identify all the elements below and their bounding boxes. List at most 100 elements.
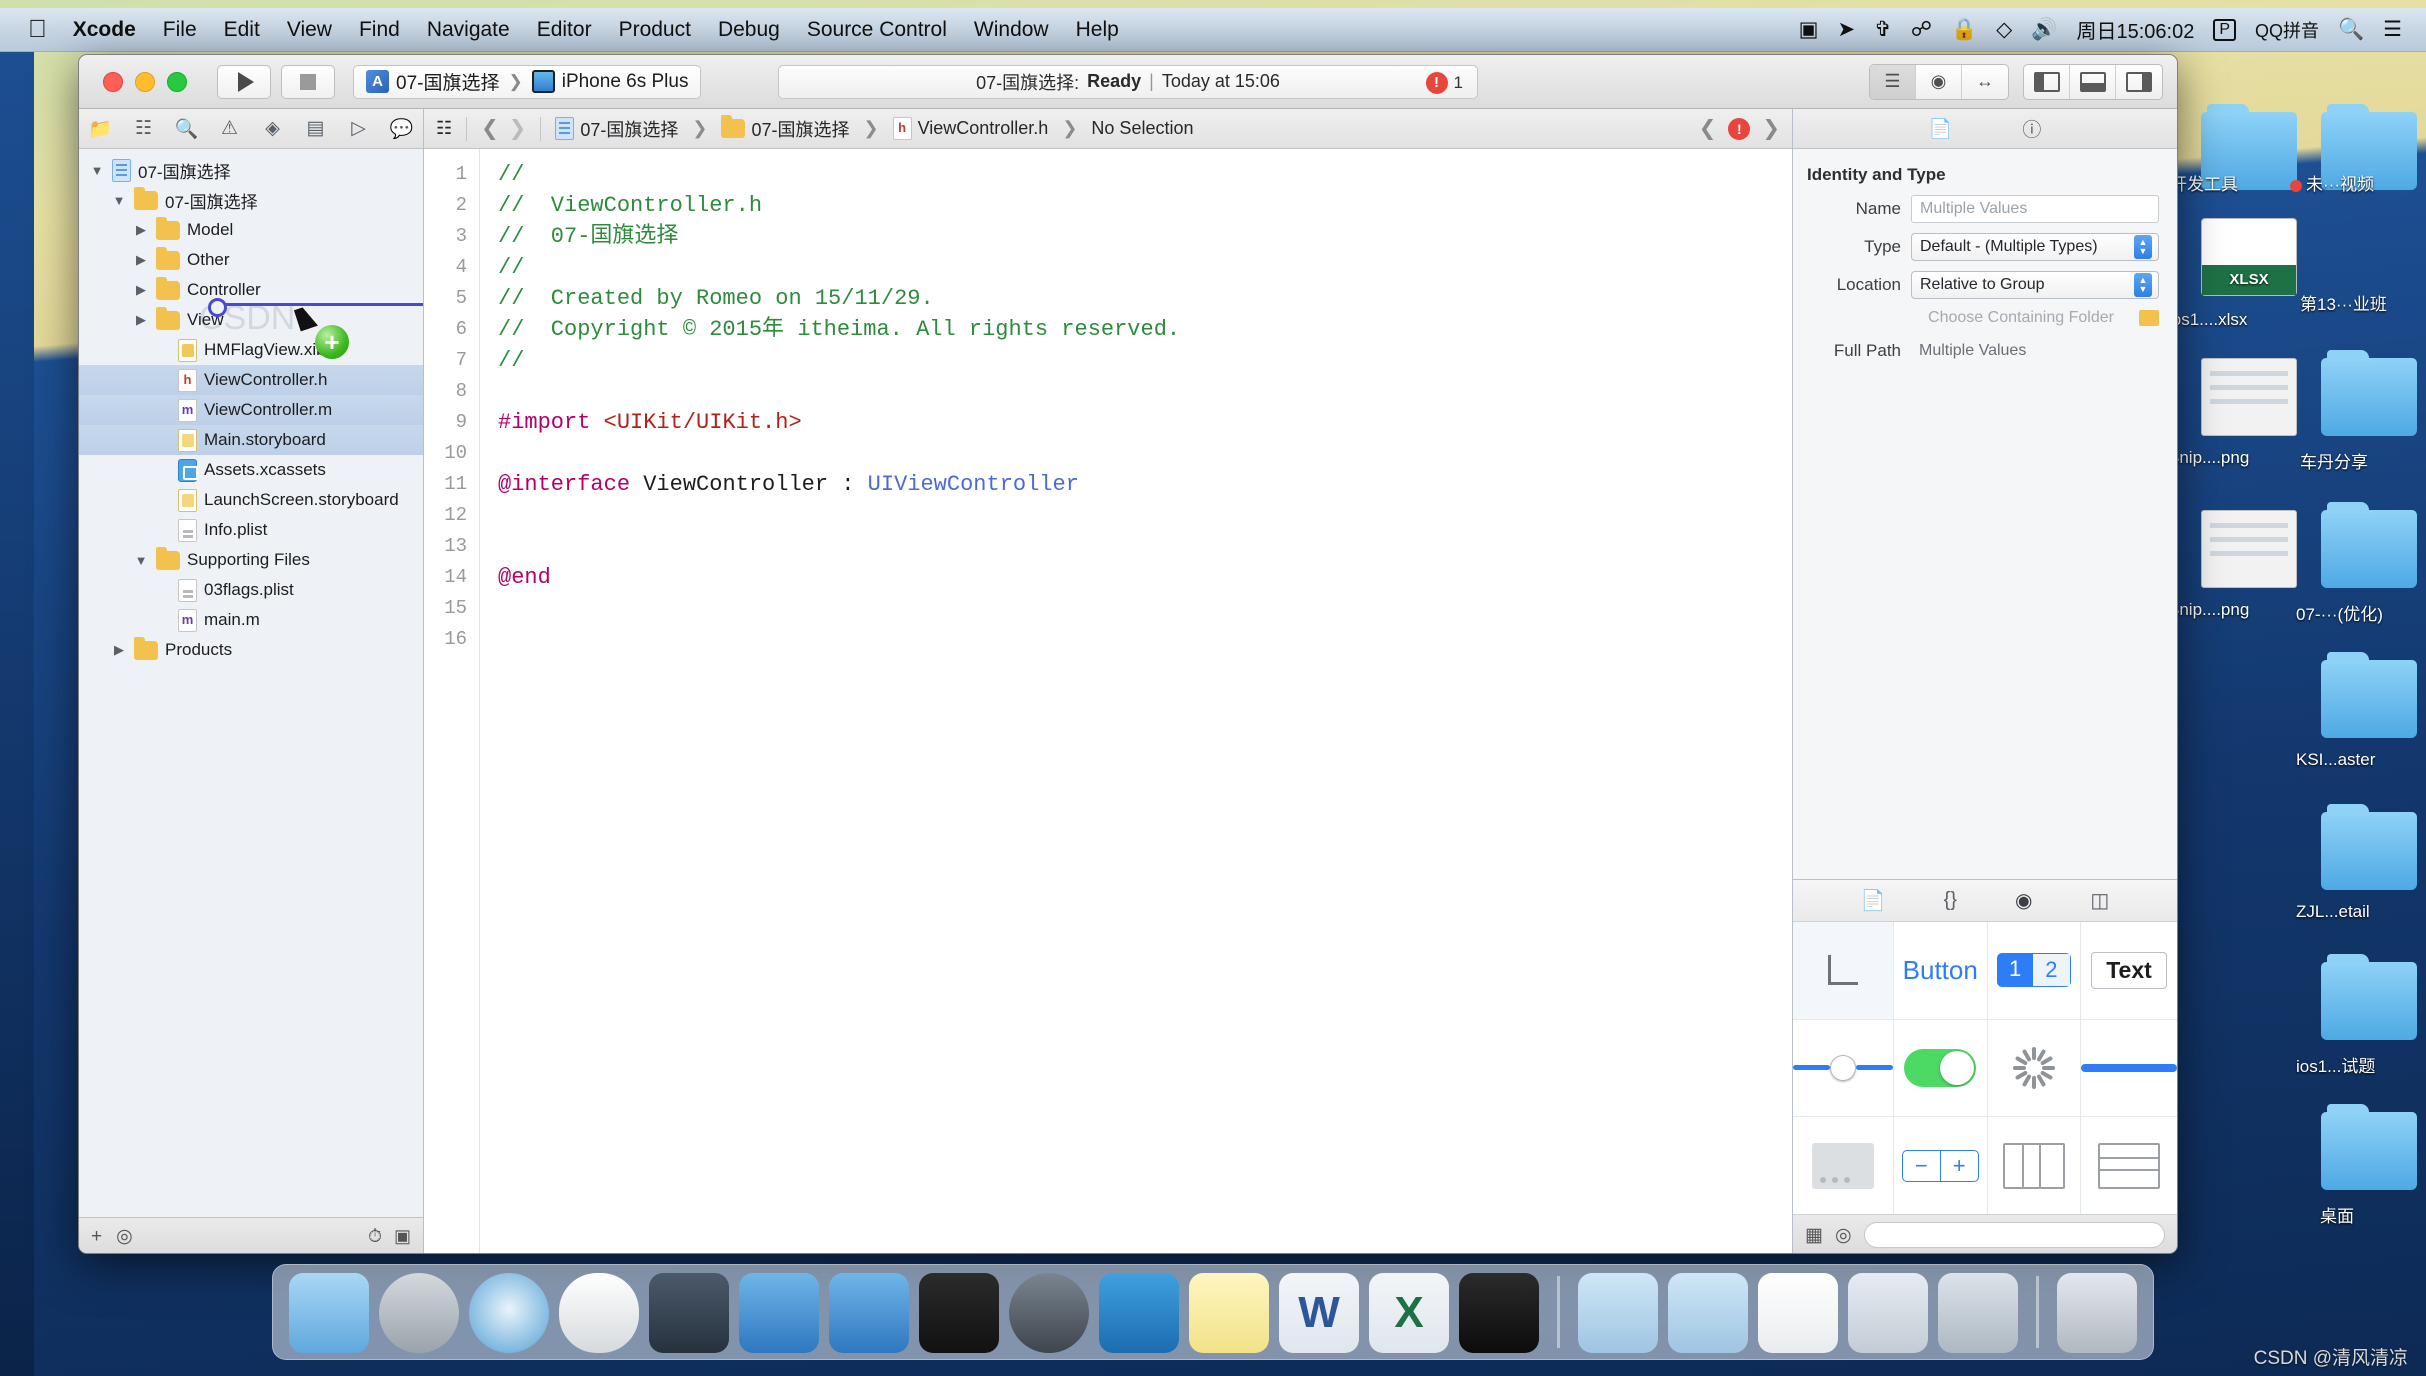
debug-toggle-icon[interactable]: [2070, 64, 2116, 99]
tree-row[interactable]: ▼ 07-国旗选择: [79, 155, 423, 185]
tab-quick-help[interactable]: ⓘ: [2022, 115, 2041, 142]
breadcrumb-project[interactable]: 07-国旗选择: [555, 116, 678, 142]
tab-symbol-navigator[interactable]: 🔍: [165, 109, 208, 149]
library-item-slider[interactable]: [1793, 1019, 1893, 1117]
menu-item-debug[interactable]: Debug: [718, 18, 780, 42]
library-item-horizontal-stack-view[interactable]: [2081, 1117, 2177, 1214]
menu-item-navigate[interactable]: Navigate: [427, 18, 510, 42]
disclosure-open-icon[interactable]: ▼: [133, 553, 149, 568]
mouse-icon[interactable]: [559, 1273, 639, 1353]
minimize-window-button[interactable]: [135, 71, 155, 92]
tab-debug-navigator[interactable]: ▤: [294, 109, 337, 149]
menu-bar-clock[interactable]: 周日15:06:02: [2076, 15, 2194, 44]
filter-icon[interactable]: ◎: [1835, 1224, 1852, 1247]
tree-row[interactable]: ▶ Model: [79, 215, 423, 245]
iterm-icon[interactable]: [1459, 1273, 1539, 1353]
name-field[interactable]: Multiple Values: [1911, 195, 2159, 223]
clock-icon[interactable]: ⏱: [368, 1226, 382, 1247]
window1-icon[interactable]: [1578, 1273, 1658, 1353]
disclosure-closed-icon[interactable]: ▶: [111, 642, 127, 658]
notes-icon[interactable]: [1189, 1273, 1269, 1353]
library-item-progress-view[interactable]: [2081, 1019, 2177, 1117]
source-editor[interactable]: 1 2 3 4 5 6 7 8 9 10 11 12 13 14 15 16 //// ViewControl…: [424, 149, 1792, 1253]
library-item-button[interactable]: Button: [1894, 922, 1987, 1019]
desktop-icon[interactable]: [2310, 804, 2426, 895]
location-popup[interactable]: Relative to Group ▲ ▼: [1911, 271, 2159, 299]
breadcrumb-selection[interactable]: No Selection: [1091, 118, 1193, 139]
library-item-stepper[interactable]: − +: [1894, 1117, 1987, 1214]
type-popup[interactable]: Default - (Multiple Types) ▲ ▼: [1911, 233, 2159, 261]
back-chevron-icon[interactable]: ❮: [481, 116, 499, 141]
screen-record-icon[interactable]: ▣: [1799, 19, 1819, 40]
screenshot-icon[interactable]: [1848, 1273, 1928, 1353]
dropbox-icon[interactable]: ◇: [1996, 19, 2012, 40]
run-button[interactable]: [217, 64, 271, 99]
breadcrumb-file[interactable]: ViewController.h: [892, 117, 1048, 140]
previous-issue-icon[interactable]: ❮: [1699, 116, 1717, 141]
library-filter-input[interactable]: [1863, 1222, 2165, 1248]
desktop-icon[interactable]: [2310, 350, 2426, 441]
window2-icon[interactable]: [1668, 1273, 1748, 1353]
desktop-icon[interactable]: [2310, 652, 2426, 743]
utilities-toggle-icon[interactable]: [2116, 65, 2162, 99]
tree-row[interactable]: ViewController.m: [79, 395, 423, 425]
menu-item-product[interactable]: Product: [619, 18, 691, 42]
preview-icon[interactable]: [1938, 1273, 2018, 1353]
related-items-icon[interactable]: ☷: [436, 118, 452, 139]
keynote-icon[interactable]: [1099, 1273, 1179, 1353]
tree-row[interactable]: ▼ 07-国旗选择: [79, 185, 423, 215]
tree-row[interactable]: ▶ Controller: [79, 275, 423, 305]
library-item-page-control[interactable]: [1793, 1117, 1893, 1214]
error-icon[interactable]: !: [1728, 117, 1751, 140]
assistant-editor-icon[interactable]: ◉: [1916, 64, 1962, 99]
tree-row[interactable]: ▶ View: [79, 305, 423, 335]
breadcrumb-group[interactable]: 07-国旗选择: [721, 115, 849, 142]
tab-object-library[interactable]: ◉: [2015, 888, 2032, 913]
quicktime-icon[interactable]: [649, 1273, 729, 1353]
tree-row[interactable]: ▶ Other: [79, 245, 423, 275]
terminal-icon[interactable]: [919, 1273, 999, 1353]
tab-media-library[interactable]: ◫: [2090, 888, 2109, 913]
input-source-badge[interactable]: P: [2213, 18, 2236, 41]
menu-item-source-control[interactable]: Source Control: [807, 18, 947, 42]
library-item-segmented-control[interactable]: 12: [1987, 922, 2080, 1019]
tree-row[interactable]: HMFlagView.xib: [79, 335, 423, 365]
list-icon[interactable]: ☰: [2383, 19, 2402, 40]
tab-code-snippet-library[interactable]: {}: [1944, 889, 1957, 912]
desktop-icon[interactable]: [2190, 510, 2308, 593]
menu-item-window[interactable]: Window: [974, 18, 1049, 42]
disclosure-closed-icon[interactable]: ▶: [133, 282, 149, 298]
finder-icon[interactable]: [289, 1273, 369, 1353]
forward-chevron-icon[interactable]: ❯: [509, 116, 527, 141]
location-icon[interactable]: ➤: [1838, 19, 1856, 40]
library-item-activity-indicator[interactable]: [1987, 1019, 2080, 1117]
menu-item-help[interactable]: Help: [1076, 18, 1119, 42]
tree-row[interactable]: Assets.xcassets: [79, 455, 423, 485]
apple-icon[interactable]: : [28, 15, 47, 44]
menu-item-file[interactable]: File: [163, 18, 197, 42]
standard-editor-icon[interactable]: ☰: [1870, 64, 1916, 99]
tree-row[interactable]: 03flags.plist: [79, 575, 423, 605]
folder-icon[interactable]: [2139, 310, 2159, 326]
tree-row[interactable]: Main.storyboard: [79, 425, 423, 455]
disclosure-open-icon[interactable]: ▼: [111, 193, 127, 208]
menu-item-find[interactable]: Find: [359, 18, 400, 42]
xcode-beta-icon[interactable]: [829, 1273, 909, 1353]
tab-breakpoint-navigator[interactable]: ▷: [337, 109, 380, 149]
desktop-icon[interactable]: XLSX: [2190, 218, 2308, 301]
tab-source-control-navigator[interactable]: ☷: [122, 109, 165, 149]
tree-row[interactable]: main.m: [79, 605, 423, 635]
document-icon[interactable]: [1758, 1273, 1838, 1353]
disclosure-closed-icon[interactable]: ▶: [133, 252, 149, 268]
add-file-button[interactable]: +: [91, 1226, 102, 1248]
tree-row[interactable]: ViewController.h: [79, 365, 423, 395]
excel-icon[interactable]: X: [1369, 1273, 1449, 1353]
close-window-button[interactable]: [103, 71, 123, 92]
tab-issue-navigator[interactable]: ⚠: [208, 109, 251, 149]
tree-row[interactable]: Info.plist: [79, 515, 423, 545]
library-item-vertical-stack-view[interactable]: [1987, 1117, 2080, 1214]
disclosure-closed-icon[interactable]: ▶: [133, 312, 149, 328]
desktop-icon[interactable]: [2310, 502, 2426, 593]
next-issue-icon[interactable]: ❯: [1762, 116, 1780, 141]
maximize-window-button[interactable]: [167, 71, 187, 92]
